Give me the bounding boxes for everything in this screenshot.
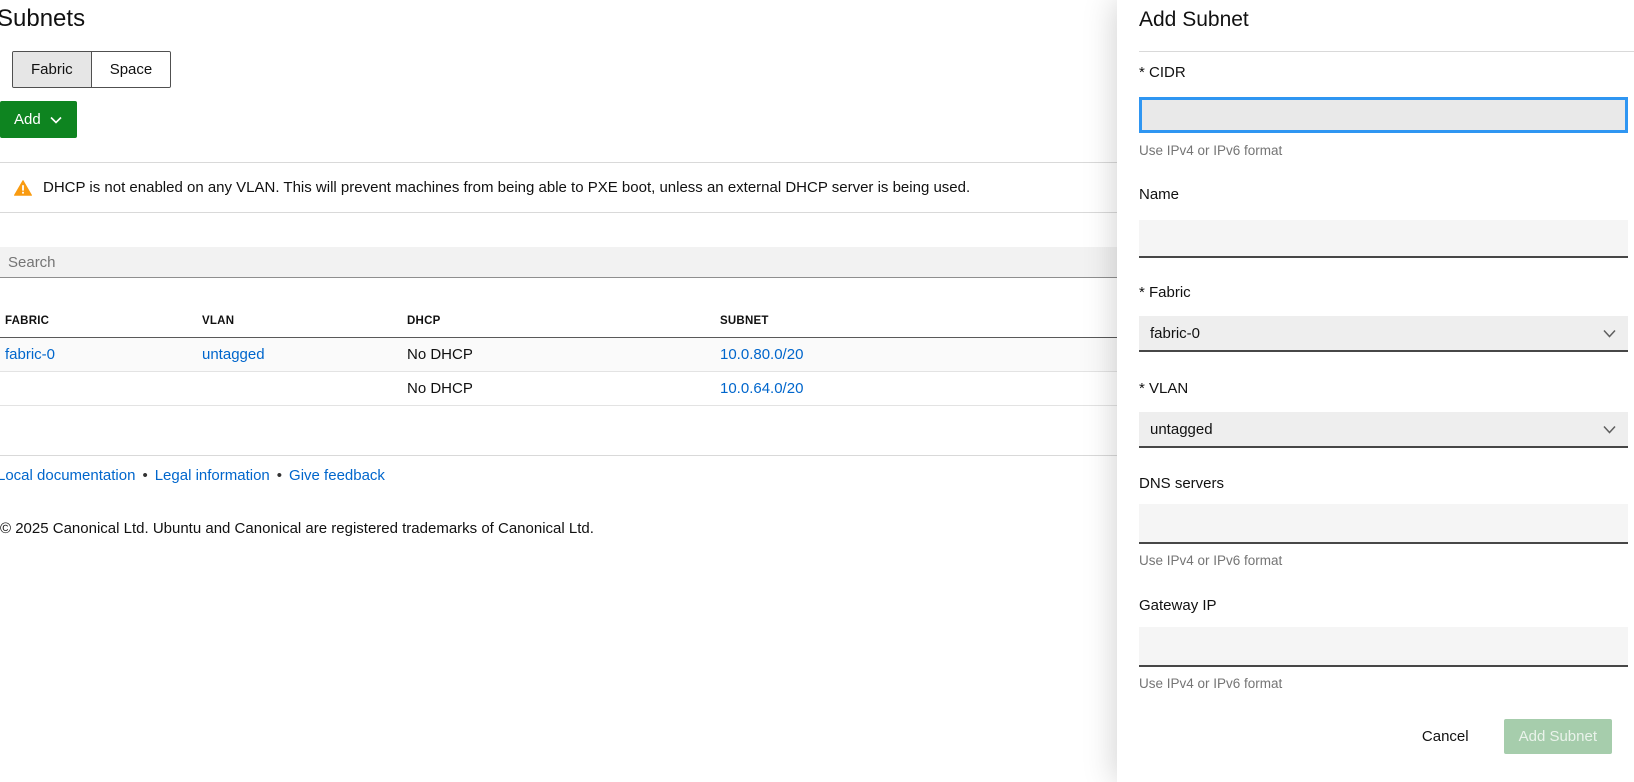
fabric-select[interactable]: fabric-0: [1139, 316, 1628, 352]
panel-title: Add Subnet: [1139, 8, 1249, 32]
divider: [0, 212, 1117, 213]
dns-servers-label: DNS servers: [1139, 475, 1224, 492]
tab-space[interactable]: Space: [91, 52, 171, 87]
subnets-page: Subnets Fabric Space Add DHCP is not ena…: [0, 0, 1117, 782]
chevron-down-icon: [50, 116, 62, 124]
cidr-input[interactable]: [1139, 97, 1628, 133]
subnets-table: FABRIC VLAN DHCP SUBNET fabric-0 untagge…: [0, 305, 1117, 406]
fabric-select-value: fabric-0: [1150, 325, 1200, 342]
column-header-subnet: SUBNET: [720, 315, 1117, 327]
gateway-ip-label: Gateway IP: [1139, 597, 1217, 614]
column-header-vlan: VLAN: [202, 315, 407, 327]
chevron-down-icon: [1603, 329, 1616, 338]
tab-fabric[interactable]: Fabric: [13, 52, 91, 87]
copyright-text: © 2025 Canonical Ltd. Ubuntu and Canonic…: [0, 520, 594, 537]
add-subnet-submit-button[interactable]: Add Subnet: [1504, 719, 1612, 754]
dhcp-warning-banner: DHCP is not enabled on any VLAN. This wi…: [0, 163, 1117, 212]
table-header-row: FABRIC VLAN DHCP SUBNET: [0, 305, 1117, 338]
column-header-dhcp: DHCP: [407, 315, 720, 327]
warning-text: DHCP is not enabled on any VLAN. This wi…: [43, 179, 970, 196]
dhcp-status: No DHCP: [407, 380, 720, 397]
vlan-select-value: untagged: [1150, 421, 1213, 438]
name-label: Name: [1139, 186, 1179, 203]
dns-help-text: Use IPv4 or IPv6 format: [1139, 553, 1282, 568]
table-row: fabric-0 untagged No DHCP 10.0.80.0/20: [0, 338, 1117, 372]
name-input[interactable]: [1139, 220, 1628, 258]
page-title: Subnets: [0, 5, 85, 33]
panel-action-buttons: Cancel Add Subnet: [1418, 719, 1612, 754]
subnet-link[interactable]: 10.0.64.0/20: [720, 380, 803, 397]
vlan-select[interactable]: untagged: [1139, 412, 1628, 448]
cancel-button[interactable]: Cancel: [1418, 719, 1473, 754]
search-input[interactable]: [0, 247, 1117, 278]
cidr-label: * CIDR: [1139, 64, 1186, 81]
footer-links: Local documentation • Legal information …: [0, 467, 385, 484]
chevron-down-icon: [1603, 425, 1616, 434]
fabric-link[interactable]: fabric-0: [5, 346, 55, 363]
bullet-separator: •: [277, 467, 282, 484]
warning-icon: [14, 180, 32, 196]
divider: [1139, 51, 1634, 52]
add-button-label: Add: [14, 111, 41, 128]
local-documentation-link[interactable]: Local documentation: [0, 467, 135, 484]
cidr-help-text: Use IPv4 or IPv6 format: [1139, 143, 1282, 158]
fabric-space-toggle: Fabric Space: [12, 51, 171, 88]
dhcp-status: No DHCP: [407, 346, 720, 363]
add-button[interactable]: Add: [0, 101, 77, 138]
gateway-ip-input[interactable]: [1139, 627, 1628, 667]
legal-information-link[interactable]: Legal information: [155, 467, 270, 484]
vlan-link[interactable]: untagged: [202, 346, 265, 363]
divider: [0, 455, 1117, 456]
vlan-label: * VLAN: [1139, 380, 1188, 397]
add-subnet-panel: Add Subnet * CIDR Use IPv4 or IPv6 forma…: [1117, 0, 1634, 782]
table-row: No DHCP 10.0.64.0/20: [0, 372, 1117, 406]
column-header-fabric: FABRIC: [0, 315, 202, 327]
bullet-separator: •: [142, 467, 147, 484]
dns-servers-input[interactable]: [1139, 504, 1628, 544]
gateway-help-text: Use IPv4 or IPv6 format: [1139, 676, 1282, 691]
fabric-label: * Fabric: [1139, 284, 1191, 301]
subnet-link[interactable]: 10.0.80.0/20: [720, 346, 803, 363]
give-feedback-link[interactable]: Give feedback: [289, 467, 385, 484]
